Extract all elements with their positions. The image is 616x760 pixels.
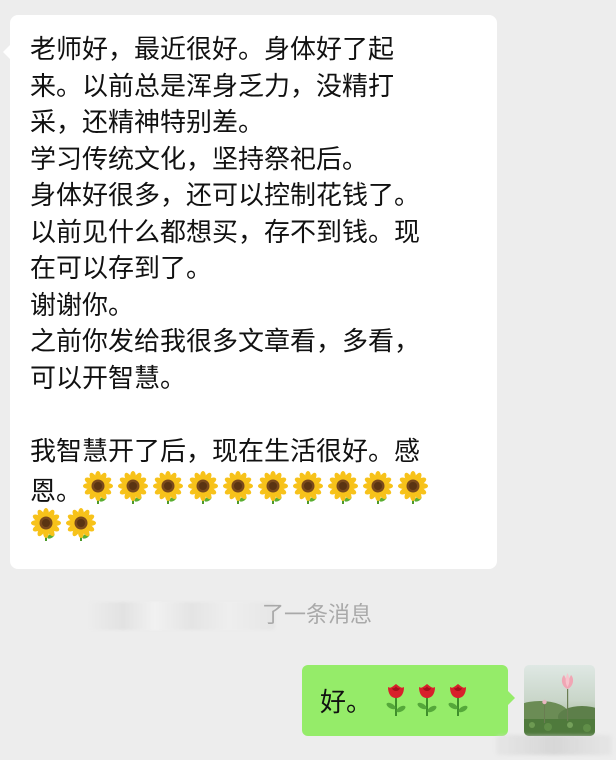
rose-icon: [383, 682, 409, 720]
sunflower-icon: [30, 507, 62, 552]
message-text: 恩。: [30, 476, 83, 507]
recall-notice: 了一条消息: [0, 600, 616, 634]
message-line: 来。以前总是浑身乏力，没精打: [30, 71, 395, 102]
outgoing-message-text: 好。: [320, 688, 373, 718]
outgoing-message-bubble[interactable]: 好。: [302, 665, 515, 736]
message-line: 学习传统文化，坚持祭祀后。: [30, 144, 369, 175]
rose-icon: [445, 682, 471, 720]
sunflower-icon: [222, 470, 254, 515]
message-line: 可以开智慧。: [30, 363, 187, 394]
blurred-username: [90, 602, 275, 630]
sunflower-icon: [362, 470, 394, 515]
sunflower-icon: [327, 470, 359, 515]
message-line: 采，还精神特别差。: [30, 108, 265, 138]
message-line: 以前见什么都想买，存不到钱。现: [30, 217, 421, 248]
recall-notice-text: 了一条消息: [262, 603, 373, 628]
sunflower-row: [82, 471, 432, 507]
avatar[interactable]: [524, 665, 595, 736]
sunflower-icon: [152, 470, 184, 515]
message-line-blank: [30, 397, 483, 434]
message-line: 在可以存到了。: [30, 254, 213, 284]
lotus-landscape-avatar-image: [524, 665, 595, 736]
incoming-message-bubble[interactable]: 老师好，最近很好。身体好了起 来。以前总是浑身乏力，没精打 采，还精神特别差。 …: [3, 15, 497, 569]
message-line: 之前你发给我很多文章看，多看，: [30, 327, 421, 357]
sunflower-icon: [292, 470, 324, 515]
message-line-with-emoji: 恩。: [30, 470, 483, 507]
message-line: 谢谢你。: [30, 290, 135, 321]
sunflower-icon: [117, 470, 149, 515]
sunflower-icon: [187, 470, 219, 515]
sunflower-icon: [65, 507, 97, 552]
watermark: [496, 735, 612, 755]
sunflower-icon: [257, 470, 289, 515]
message-line: 身体好很多，还可以控制花钱了。: [30, 181, 421, 211]
sunflower-icon: [397, 470, 429, 515]
message-line: 我智慧开了后，现在生活很好。感: [30, 436, 421, 467]
rose-row: [378, 682, 471, 720]
message-line: 老师好，最近很好。身体好了起: [30, 35, 395, 65]
sunflower-row: [30, 507, 100, 543]
rose-icon: [414, 682, 440, 720]
